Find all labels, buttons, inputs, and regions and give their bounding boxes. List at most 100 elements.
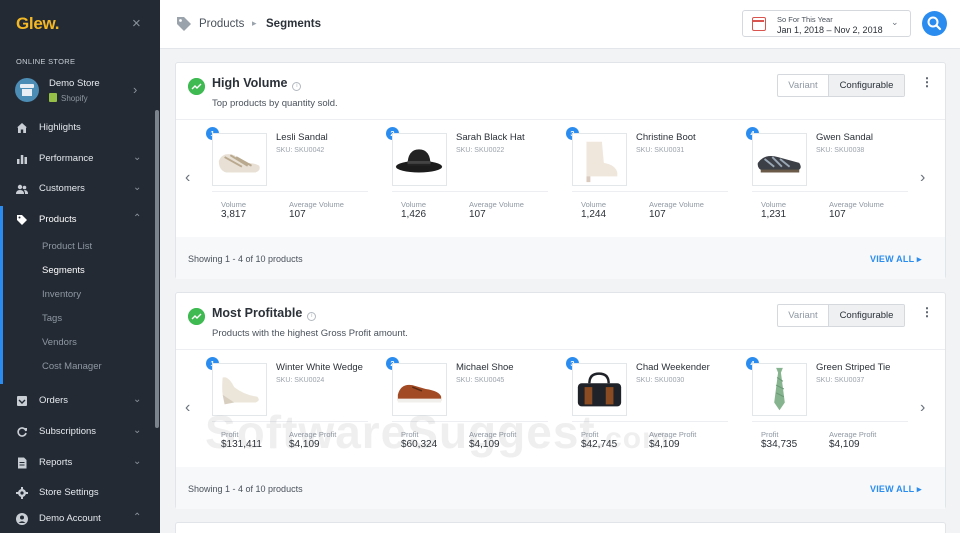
metric-label: Volume bbox=[581, 200, 607, 209]
sidebar-item-reports[interactable]: Reports ⌄ bbox=[0, 450, 160, 476]
view-all-label: VIEW ALL bbox=[870, 484, 915, 494]
sidebar-scrollbar[interactable] bbox=[155, 110, 159, 428]
metric-value: 1,231 bbox=[761, 209, 787, 220]
product-image bbox=[752, 133, 807, 186]
view-all-link[interactable]: VIEW ALL ▸ bbox=[870, 484, 922, 495]
variant-configurable-toggle[interactable]: Variant Configurable bbox=[777, 74, 905, 97]
chevron-down-icon: ⌄ bbox=[133, 152, 142, 163]
breadcrumb-separator-icon: ▸ bbox=[252, 18, 257, 28]
product-name[interactable]: Green Striped Tie bbox=[816, 362, 890, 373]
product-item[interactable]: 4 Green Striped Tie SKU: SKU0037 Profit … bbox=[716, 349, 908, 459]
sidebar-subitem-tags[interactable]: Tags bbox=[42, 313, 62, 324]
segment-title-text: Most Profitable bbox=[212, 306, 303, 320]
more-options-icon[interactable]: ⋮ bbox=[921, 74, 933, 90]
watermark: SoftwareSuggest.com bbox=[205, 405, 670, 459]
trend-up-icon bbox=[188, 78, 205, 95]
breadcrumb-segments: Segments bbox=[266, 18, 321, 30]
product-item[interactable]: 1 Lesli Sandal SKU: SKU0042 Volume 3,817… bbox=[176, 119, 368, 229]
segment-description: Top products by quantity sold. bbox=[212, 98, 338, 109]
product-sku: SKU: SKU0022 bbox=[456, 147, 505, 154]
sidebar-item-highlights[interactable]: Highlights bbox=[0, 115, 160, 141]
hat-image bbox=[395, 149, 443, 173]
home-icon bbox=[17, 123, 27, 133]
product-name[interactable]: Christine Boot bbox=[636, 132, 696, 143]
bar-chart-icon bbox=[17, 155, 27, 164]
segment-card-partial bbox=[175, 522, 946, 533]
metric-label: Average Volume bbox=[289, 200, 344, 209]
product-name[interactable]: Lesli Sandal bbox=[276, 132, 328, 143]
product-name[interactable]: Chad Weekender bbox=[636, 362, 710, 373]
store-switcher[interactable]: Demo Store Shopify › bbox=[0, 73, 160, 109]
sidebar-item-orders[interactable]: Orders ⌄ bbox=[0, 388, 160, 414]
sidebar-item-customers[interactable]: Customers ⌄ bbox=[0, 176, 160, 202]
toggle-configurable[interactable]: Configurable bbox=[828, 305, 904, 326]
tag-icon bbox=[17, 215, 27, 225]
chevron-up-icon: ⌃ bbox=[133, 213, 142, 224]
watermark-suffix: .com bbox=[595, 422, 670, 455]
sidebar-item-performance[interactable]: Performance ⌄ bbox=[0, 146, 160, 172]
sidebar-item-store-settings[interactable]: Store Settings bbox=[0, 480, 160, 506]
sidebar-item-products[interactable]: Products ⌃ bbox=[0, 207, 160, 233]
view-all-label: VIEW ALL bbox=[870, 254, 915, 264]
more-options-icon[interactable]: ⋮ bbox=[921, 304, 933, 320]
product-item[interactable]: 3 Christine Boot SKU: SKU0031 Volume 1,2… bbox=[536, 119, 728, 229]
carousel-next-icon[interactable]: › bbox=[920, 169, 925, 187]
date-range-picker[interactable]: So For This Year Jan 1, 2018 – Nov 2, 20… bbox=[742, 10, 911, 37]
product-sku: SKU: SKU0030 bbox=[636, 377, 685, 384]
gear-icon bbox=[16, 487, 28, 499]
metric-value: 3,817 bbox=[221, 209, 247, 220]
carousel-next-icon[interactable]: › bbox=[920, 399, 925, 417]
divider bbox=[752, 421, 908, 422]
product-sku: SKU: SKU0037 bbox=[816, 377, 865, 384]
product-item[interactable]: 4 Gwen Sandal SKU: SKU0038 Volume 1,231 … bbox=[716, 119, 908, 229]
caret-right-icon: ▸ bbox=[916, 254, 922, 264]
metric-value: $4,109 bbox=[829, 439, 860, 450]
document-icon bbox=[18, 457, 27, 469]
product-sku: SKU: SKU0042 bbox=[276, 147, 325, 154]
product-sku: SKU: SKU0038 bbox=[816, 147, 865, 154]
breadcrumb-products[interactable]: Products bbox=[199, 18, 244, 30]
toggle-configurable[interactable]: Configurable bbox=[828, 75, 904, 96]
info-icon[interactable]: i bbox=[307, 312, 317, 321]
product-name[interactable]: Gwen Sandal bbox=[816, 132, 873, 143]
product-item[interactable]: 2 Sarah Black Hat SKU: SKU0022 Volume 1,… bbox=[356, 119, 548, 229]
metric-value: $34,735 bbox=[761, 439, 798, 450]
sidebar-item-label: Demo Account bbox=[39, 513, 101, 524]
product-name[interactable]: Sarah Black Hat bbox=[456, 132, 525, 143]
product-image bbox=[212, 133, 267, 186]
glew-logo[interactable]: Glew. bbox=[16, 14, 60, 34]
chevron-down-icon: ⌄ bbox=[891, 17, 899, 27]
metric-label: Average Volume bbox=[649, 200, 704, 209]
watermark-main: SoftwareSuggest bbox=[205, 406, 596, 458]
info-icon[interactable]: i bbox=[292, 82, 302, 91]
product-sku: SKU: SKU0031 bbox=[636, 147, 685, 154]
product-name[interactable]: Winter White Wedge bbox=[276, 362, 363, 373]
sidebar-item-demo-account[interactable]: Demo Account ⌃ bbox=[0, 506, 160, 532]
topbar: Products ▸ Segments So For This Year Jan… bbox=[160, 0, 960, 49]
metric-label: Profit bbox=[761, 430, 779, 439]
divider bbox=[392, 191, 548, 192]
product-name[interactable]: Michael Shoe bbox=[456, 362, 514, 373]
product-image bbox=[572, 133, 627, 186]
sidebar-subitem-inventory[interactable]: Inventory bbox=[42, 289, 81, 300]
divider bbox=[572, 191, 728, 192]
sidebar-subitem-segments[interactable]: Segments bbox=[42, 265, 85, 276]
pagination-text: Showing 1 - 4 of 10 products bbox=[188, 484, 303, 494]
sidebar-subitem-product-list[interactable]: Product List bbox=[42, 241, 92, 252]
sidebar-subitem-vendors[interactable]: Vendors bbox=[42, 337, 77, 348]
sidebar-item-subscriptions[interactable]: Subscriptions ⌄ bbox=[0, 419, 160, 445]
trend-up-icon bbox=[188, 308, 205, 325]
close-sidebar-icon[interactable]: × bbox=[132, 15, 141, 32]
view-all-link[interactable]: VIEW ALL ▸ bbox=[870, 254, 922, 265]
product-sku: SKU: SKU0045 bbox=[456, 377, 505, 384]
card-footer: Showing 1 - 4 of 10 products VIEW ALL ▸ bbox=[176, 237, 945, 279]
toggle-variant[interactable]: Variant bbox=[778, 75, 828, 96]
search-button[interactable] bbox=[922, 11, 947, 36]
sidebar-subitem-cost-manager[interactable]: Cost Manager bbox=[42, 361, 102, 372]
pagination-text: Showing 1 - 4 of 10 products bbox=[188, 254, 303, 264]
variant-configurable-toggle[interactable]: Variant Configurable bbox=[777, 304, 905, 327]
toggle-variant[interactable]: Variant bbox=[778, 305, 828, 326]
metric-value: 107 bbox=[469, 209, 486, 220]
boot-image bbox=[586, 141, 618, 183]
sidebar: Glew. × ONLINE STORE Demo Store Shopify … bbox=[0, 0, 160, 533]
